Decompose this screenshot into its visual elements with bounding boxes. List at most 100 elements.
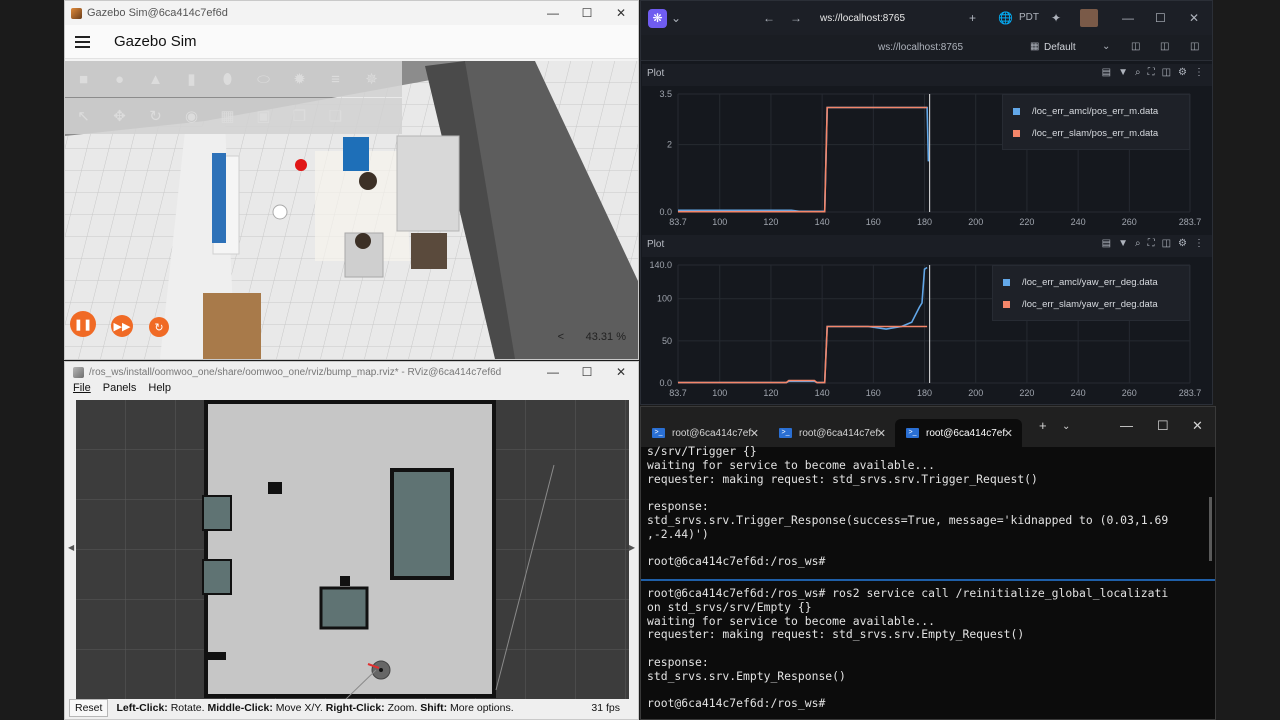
step-forward-button[interactable]: ▶▶: [111, 315, 133, 337]
settings-icon[interactable]: ⚙: [1178, 238, 1187, 249]
terminal-tab[interactable]: >_ root@6ca414c7ef ✕: [768, 419, 895, 447]
close-icon[interactable]: ✕: [604, 1, 638, 25]
split-icon[interactable]: ◫: [1162, 238, 1171, 249]
occupancy-map: [76, 400, 629, 699]
settings-icon[interactable]: ⚙: [1178, 67, 1187, 78]
panel-actions: ▤ ▼ ⌕ ⛶ ◫ ⚙ ⋮: [1102, 67, 1204, 78]
menu-help[interactable]: Help: [148, 382, 171, 398]
rviz-3d-view[interactable]: [76, 400, 629, 699]
gazebo-window-controls: — ☐ ✕: [536, 1, 638, 25]
sun-icon[interactable]: ✹: [289, 69, 310, 90]
minimize-icon[interactable]: —: [536, 362, 570, 382]
minimize-icon[interactable]: —: [536, 1, 570, 25]
close-icon[interactable]: ✕: [1192, 418, 1203, 434]
hamburger-menu-icon[interactable]: [75, 35, 90, 48]
new-tab-icon[interactable]: +: [1039, 418, 1047, 433]
back-arrow-icon[interactable]: ←: [763, 11, 775, 25]
grid-snap-icon[interactable]: ▦: [217, 106, 238, 127]
terminal-scrollbar[interactable]: [1209, 497, 1212, 561]
close-icon[interactable]: ✕: [1189, 11, 1199, 25]
rotate-icon[interactable]: ↻: [145, 106, 166, 127]
legend-toggle-icon[interactable]: ▤: [1102, 238, 1111, 249]
globe-icon[interactable]: 🌐: [998, 11, 1013, 25]
ellipsoid-icon[interactable]: ⬭: [253, 69, 274, 90]
legend-item[interactable]: /loc_err_slam/yaw_err_deg.data: [1003, 293, 1179, 315]
close-tab-icon[interactable]: ✕: [1004, 427, 1013, 440]
minimize-icon[interactable]: —: [1120, 418, 1133, 433]
cone-icon[interactable]: ▲: [145, 69, 166, 90]
box-icon[interactable]: ■: [73, 69, 94, 90]
close-tab-icon[interactable]: ✕: [750, 427, 759, 440]
forward-arrow-icon[interactable]: →: [790, 11, 802, 25]
menu-file[interactable]: File: [73, 382, 91, 398]
maximize-icon[interactable]: ☐: [570, 1, 604, 25]
sphere-icon[interactable]: ●: [109, 69, 130, 90]
filter-icon[interactable]: ▼: [1118, 67, 1128, 78]
timezone-label[interactable]: PDT: [1019, 12, 1039, 23]
right-dock-arrow-icon[interactable]: ▶: [629, 543, 635, 552]
fit-icon[interactable]: ⛶: [1148, 67, 1155, 78]
minimize-icon[interactable]: —: [1122, 11, 1134, 25]
pause-button[interactable]: ❚❚: [70, 311, 96, 337]
terminal-tab-active[interactable]: >_ root@6ca414c7ef ✕: [895, 419, 1022, 447]
foxglove-logo-icon[interactable]: ❋: [648, 8, 667, 28]
menu-panels[interactable]: Panels: [103, 382, 137, 398]
x-tick-label: 200: [968, 388, 983, 398]
terminal-pane-top[interactable]: s/srv/Trigger {} waiting for service to …: [647, 444, 1168, 569]
layout-icon[interactable]: ▦: [1030, 41, 1039, 52]
copy-icon[interactable]: ❐: [289, 106, 310, 127]
left-sidebar-icon[interactable]: ◫: [1160, 41, 1169, 52]
chevron-down-icon[interactable]: ⌄: [1102, 41, 1110, 52]
maximize-icon[interactable]: ☐: [1157, 418, 1169, 434]
cylinder-icon[interactable]: ▮: [181, 69, 202, 90]
shapes-toolbar: ■ ● ▲ ▮ ⬮ ⬭ ✹ ≡ ✵: [65, 61, 402, 97]
x-tick-label: 160: [866, 388, 881, 398]
left-dock-arrow-icon[interactable]: ◀: [68, 543, 74, 552]
filter-icon[interactable]: ▼: [1118, 238, 1128, 249]
add-panel-icon[interactable]: ◫: [1131, 41, 1140, 52]
app-menu-chevron-icon[interactable]: ⌄: [671, 11, 681, 25]
transform-icon[interactable]: ◉: [181, 106, 202, 127]
layout-selector[interactable]: Default: [1044, 42, 1076, 53]
avatar[interactable]: [1080, 9, 1098, 27]
new-tab-icon[interactable]: +: [969, 11, 976, 25]
more-icon[interactable]: ⋮: [1194, 67, 1204, 78]
fit-icon[interactable]: ⛶: [1148, 238, 1155, 249]
x-tick-label: 180: [917, 217, 932, 227]
select-icon[interactable]: ↖: [73, 106, 94, 127]
split-icon[interactable]: ◫: [1162, 67, 1171, 78]
paste-icon[interactable]: ❑: [325, 106, 346, 127]
zoom-icon[interactable]: ⌕: [1135, 238, 1141, 249]
terminal-pane-bottom[interactable]: root@6ca414c7ef6d:/ros_ws# ros2 service …: [647, 586, 1168, 711]
translate-icon[interactable]: ✥: [109, 106, 130, 127]
directional-light-icon[interactable]: ≡: [325, 69, 346, 90]
reset-button[interactable]: Reset: [69, 699, 109, 717]
zoom-icon[interactable]: ⌕: [1135, 67, 1141, 78]
y-tick-label: 2: [667, 140, 672, 150]
close-icon[interactable]: ✕: [604, 362, 638, 382]
sparkle-icon[interactable]: ✦: [1051, 11, 1061, 25]
camera-icon[interactable]: ▣: [253, 106, 274, 127]
legend-item[interactable]: /loc_err_amcl/yaw_err_deg.data: [1003, 271, 1179, 293]
maximize-icon[interactable]: ☐: [1155, 11, 1166, 25]
chevron-down-icon[interactable]: ⌄: [1062, 421, 1070, 432]
legend-toggle-icon[interactable]: ▤: [1102, 67, 1111, 78]
legend-item[interactable]: /loc_err_amcl/pos_err_m.data: [1013, 100, 1179, 122]
powershell-icon: >_: [779, 428, 792, 438]
pane-divider[interactable]: [641, 579, 1215, 581]
rtf-expand-icon[interactable]: <: [558, 331, 564, 343]
hint-action: Move X/Y.: [272, 702, 326, 714]
legend-item[interactable]: /loc_err_slam/pos_err_m.data: [1013, 122, 1179, 144]
reset-simulation-button[interactable]: ↻: [149, 317, 169, 337]
more-icon[interactable]: ⋮: [1194, 238, 1204, 249]
connection-tab[interactable]: ws://localhost:8765: [820, 13, 905, 24]
terminal-tab[interactable]: >_ root@6ca414c7ef ✕: [641, 419, 768, 447]
gazebo-3d-scene[interactable]: ■ ● ▲ ▮ ⬮ ⬭ ✹ ≡ ✵ ↖ ✥ ↻ ◉ ▦ ▣ ❐ ❑ ❚❚ ▶▶ ↻ < 43.31 %: [65, 61, 638, 359]
close-tab-icon[interactable]: ✕: [877, 427, 886, 440]
y-tick-label: 0.0: [659, 207, 672, 217]
spot-light-icon[interactable]: ✵: [361, 69, 382, 90]
right-sidebar-icon[interactable]: ◫: [1190, 41, 1199, 52]
x-tick-label: 283.7: [1179, 217, 1202, 227]
capsule-icon[interactable]: ⬮: [217, 69, 238, 90]
maximize-icon[interactable]: ☐: [570, 362, 604, 382]
